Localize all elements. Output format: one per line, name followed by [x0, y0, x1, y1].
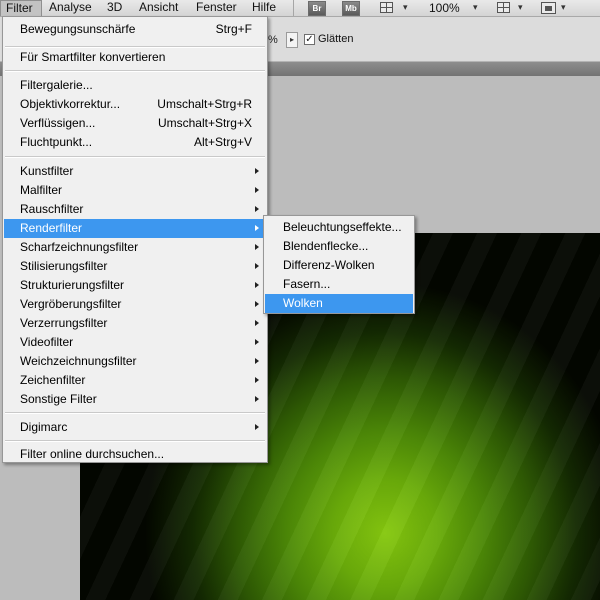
menu-item-digimarc[interactable]: Digimarc: [4, 418, 266, 437]
submenu-arrow-icon: [255, 263, 259, 269]
smoothing-label: Glätten: [318, 33, 354, 45]
submenu-item-blendenflecke[interactable]: Blendenflecke...: [265, 237, 413, 256]
menu-item-rauschfilter[interactable]: Rauschfilter: [4, 200, 266, 219]
submenu-arrow-icon: [255, 187, 259, 193]
menu-item-label: Fluchtpunkt...: [20, 135, 93, 149]
render-filter-submenu: Beleuchtungseffekte... Blendenflecke... …: [263, 215, 415, 314]
menu-item-convert-smart-filter[interactable]: Für Smartfilter konvertieren: [4, 48, 266, 67]
toolbar-separator: [293, 0, 294, 16]
menu-item-label: Malfilter: [20, 183, 63, 197]
menu-item-zeichenfilter[interactable]: Zeichenfilter: [4, 371, 266, 390]
menu-fenster[interactable]: Fenster: [196, 0, 237, 16]
arrange-documents-icon[interactable]: [497, 2, 510, 13]
menu-ansicht[interactable]: Ansicht: [139, 0, 178, 16]
chevron-down-icon[interactable]: ▾: [403, 2, 408, 13]
menu-item-label: Blendenflecke...: [283, 239, 369, 253]
submenu-arrow-icon: [255, 244, 259, 250]
submenu-arrow-icon: [255, 396, 259, 402]
tolerance-percent: %: [268, 34, 278, 46]
menu-item-label: Filtergalerie...: [20, 78, 93, 92]
menu-item-label: Beleuchtungseffekte...: [283, 220, 402, 234]
menu-item-shortcut: Alt+Strg+V: [193, 135, 252, 149]
menu-item-verzerrungsfilter[interactable]: Verzerrungsfilter: [4, 314, 266, 333]
menu-item-label: Rauschfilter: [20, 202, 84, 216]
menu-item-label: Strukturierungsfilter: [20, 278, 125, 292]
menu-item-label: Renderfilter: [20, 221, 83, 235]
menu-item-label: Vergröberungsfilter: [20, 297, 122, 311]
menu-item-shortcut: Strg+F: [215, 22, 252, 36]
menu-item-label: Stilisierungsfilter: [20, 259, 108, 273]
submenu-item-fasern[interactable]: Fasern...: [265, 275, 413, 294]
menu-item-label: Verzerrungsfilter: [20, 316, 108, 330]
menu-item-label: Zeichenfilter: [20, 373, 86, 387]
screen-mode-icon[interactable]: [541, 2, 556, 14]
menu-item-label: Kunstfilter: [20, 164, 74, 178]
chevron-down-icon[interactable]: ▾: [561, 2, 566, 13]
menu-item-label: Sonstige Filter: [20, 392, 97, 406]
menu-item-liquify[interactable]: Verflüssigen... Umschalt+Strg+X: [4, 114, 266, 133]
menu-bar: Filter Analyse 3D Ansicht Fenster Hilfe …: [0, 0, 600, 17]
menu-item-label: Scharfzeichnungsfilter: [20, 240, 139, 254]
mini-bridge-icon[interactable]: Mb: [342, 1, 360, 16]
submenu-arrow-icon: [255, 320, 259, 326]
menu-3d[interactable]: 3D: [107, 0, 122, 16]
menu-item-label: Fasern...: [283, 277, 331, 291]
smoothing-checkbox[interactable]: ✓: [304, 34, 315, 45]
menu-analyse[interactable]: Analyse: [49, 0, 92, 16]
submenu-arrow-icon: [255, 358, 259, 364]
menu-item-label: Filter online durchsuchen...: [20, 447, 165, 461]
menu-item-videofilter[interactable]: Videofilter: [4, 333, 266, 352]
submenu-arrow-icon: [255, 168, 259, 174]
submenu-arrow-icon: [255, 301, 259, 307]
menu-item-browse-filters-online[interactable]: Filter online durchsuchen...: [4, 445, 266, 464]
menu-item-label: Für Smartfilter konvertieren: [20, 50, 166, 64]
zoom-level[interactable]: 100%: [429, 0, 460, 16]
chevron-down-icon[interactable]: ▾: [473, 2, 478, 13]
menu-item-label: Differenz-Wolken: [283, 258, 375, 272]
menu-hilfe[interactable]: Hilfe: [252, 0, 276, 16]
submenu-arrow-icon: [255, 424, 259, 430]
submenu-item-wolken[interactable]: Wolken: [265, 294, 413, 313]
menu-item-last-filter[interactable]: Bewegungsunschärfe Strg+F: [4, 20, 266, 39]
menu-separator: [5, 156, 265, 158]
menu-item-stilisierungsfilter[interactable]: Stilisierungsfilter: [4, 257, 266, 276]
menu-item-scharfzeichnungsfilter[interactable]: Scharfzeichnungsfilter: [4, 238, 266, 257]
menu-item-shortcut: Umschalt+Strg+R: [157, 97, 252, 111]
menu-item-lens-correction[interactable]: Objektivkorrektur... Umschalt+Strg+R: [4, 95, 266, 114]
submenu-arrow-icon: [255, 377, 259, 383]
menu-item-shortcut: Umschalt+Strg+X: [157, 116, 252, 130]
menu-item-label: Bewegungsunschärfe: [20, 22, 136, 36]
menu-item-strukturierungsfilter[interactable]: Strukturierungsfilter: [4, 276, 266, 295]
menu-filter[interactable]: Filter: [0, 0, 42, 16]
submenu-arrow-icon: [255, 339, 259, 345]
menu-item-label: Objektivkorrektur...: [20, 97, 121, 111]
menu-item-sonstige-filter[interactable]: Sonstige Filter: [4, 390, 266, 409]
grid-icon[interactable]: [380, 2, 393, 13]
menu-separator: [5, 70, 265, 72]
menu-item-vanishing-point[interactable]: Fluchtpunkt... Alt+Strg+V: [4, 133, 266, 152]
submenu-item-differenz-wolken[interactable]: Differenz-Wolken: [265, 256, 413, 275]
menu-item-weichzeichnungsfilter[interactable]: Weichzeichnungsfilter: [4, 352, 266, 371]
menu-item-vergroeberungsfilter[interactable]: Vergröberungsfilter: [4, 295, 266, 314]
submenu-arrow-icon: [255, 282, 259, 288]
menu-separator: [5, 412, 265, 414]
stepper-arrow-icon[interactable]: ▸: [286, 32, 298, 48]
submenu-arrow-icon: [255, 206, 259, 212]
menu-separator: [5, 440, 265, 442]
menu-item-label: Weichzeichnungsfilter: [20, 354, 137, 368]
bridge-icon[interactable]: Br: [308, 1, 326, 16]
menu-item-renderfilter[interactable]: Renderfilter: [4, 219, 266, 238]
menu-item-label: Verflüssigen...: [20, 116, 96, 130]
submenu-arrow-icon: [255, 225, 259, 231]
chevron-down-icon[interactable]: ▾: [518, 2, 523, 13]
filter-menu: Bewegungsunschärfe Strg+F Für Smartfilte…: [2, 16, 268, 463]
menu-item-label: Digimarc: [20, 420, 68, 434]
menu-item-malfilter[interactable]: Malfilter: [4, 181, 266, 200]
menu-item-filter-gallery[interactable]: Filtergalerie...: [4, 76, 266, 95]
menu-item-label: Videofilter: [20, 335, 74, 349]
submenu-item-beleuchtungseffekte[interactable]: Beleuchtungseffekte...: [265, 218, 413, 237]
menu-item-kunstfilter[interactable]: Kunstfilter: [4, 162, 266, 181]
menu-item-label: Wolken: [283, 296, 323, 310]
